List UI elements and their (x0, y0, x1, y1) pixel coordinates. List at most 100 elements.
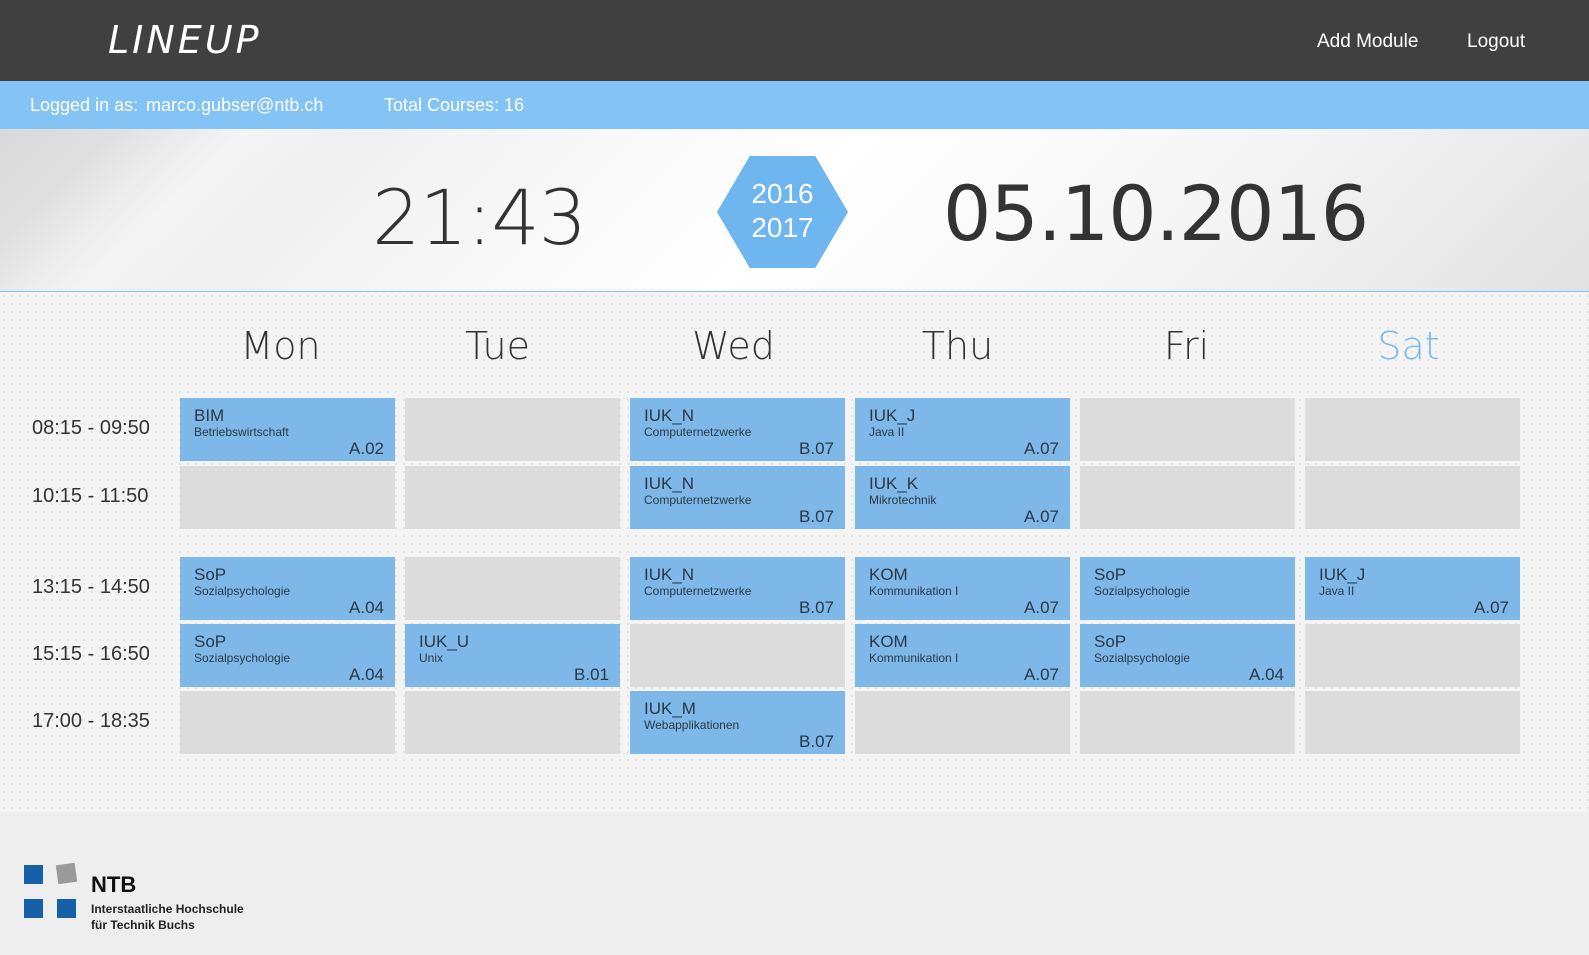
course-room: A.04 (349, 665, 384, 684)
course-cell[interactable]: IUK_J Java II A.07 (855, 398, 1070, 461)
org-name-line1: Interstaatliche Hochschule (91, 902, 244, 916)
course-cell[interactable]: IUK_N Computernetzwerke B.07 (630, 466, 845, 529)
empty-slot[interactable] (630, 624, 845, 687)
course-cell[interactable]: SoP Sozialpsychologie A.04 (1080, 624, 1295, 687)
course-name: Betriebswirtschaft (194, 425, 289, 439)
course-cell[interactable]: IUK_U Unix B.01 (405, 624, 620, 687)
empty-slot[interactable] (1080, 691, 1295, 754)
date-header: 21:43 2016 2017 05.10.2016 (0, 129, 1589, 292)
course-cell[interactable]: SoP Sozialpsychologie A.04 (180, 557, 395, 620)
course-cell[interactable]: IUK_N Computernetzwerke B.07 (630, 557, 845, 620)
footer: NTB Interstaatliche Hochschule für Techn… (0, 812, 1589, 955)
course-room: B.07 (799, 732, 834, 751)
course-code: KOM (869, 632, 908, 651)
course-name: Mikrotechnik (869, 493, 937, 507)
course-cell[interactable]: IUK_M Webapplikationen B.07 (630, 691, 845, 754)
empty-slot[interactable] (180, 691, 395, 754)
course-room: B.07 (799, 507, 834, 526)
course-name: Kommunikation I (869, 584, 959, 598)
day-header-fri: Fri (1163, 324, 1210, 368)
course-cell[interactable]: IUK_J Java II A.07 (1305, 557, 1520, 620)
empty-slot[interactable] (1305, 691, 1520, 754)
day-header-tue: Tue (465, 324, 530, 368)
course-cell[interactable]: IUK_K Mikrotechnik A.07 (855, 466, 1070, 529)
current-time: 21:43 (372, 173, 587, 262)
course-code: IUK_M (644, 699, 696, 718)
course-room: B.07 (799, 598, 834, 617)
empty-slot[interactable] (405, 398, 620, 461)
logo-square (24, 865, 43, 884)
course-room: B.01 (574, 665, 609, 684)
empty-slot[interactable] (1305, 466, 1520, 529)
course-name: Java II (1319, 584, 1355, 598)
semester-badge: 2016 2017 (717, 156, 848, 268)
time-slot-label: 08:15 - 09:50 (32, 417, 150, 439)
course-name: Computernetzwerke (644, 584, 752, 598)
info-bar: Logged in as: marco.gubser@ntb.ch Total … (0, 81, 1589, 129)
course-room: A.07 (1474, 598, 1509, 617)
add-module-link[interactable]: Add Module (1317, 31, 1418, 53)
day-header-mon: Mon (240, 324, 321, 368)
logo-square (57, 899, 76, 918)
course-code: SoP (1094, 565, 1127, 584)
empty-slot[interactable] (405, 557, 620, 620)
current-date: 05.10.2016 (943, 169, 1369, 258)
top-bar: LINEUP Add Module Logout (0, 0, 1589, 81)
semester-year-start: 2016 (751, 178, 814, 209)
course-room: A.07 (1024, 665, 1059, 684)
org-short-name: NTB (91, 872, 137, 897)
course-name: Sozialpsychologie (1094, 651, 1191, 665)
empty-slot[interactable] (405, 466, 620, 529)
empty-slot[interactable] (1305, 398, 1520, 461)
empty-slot[interactable] (1305, 624, 1520, 687)
course-code: IUK_N (644, 565, 695, 584)
course-cell[interactable]: KOM Kommunikation I A.07 (855, 557, 1070, 620)
course-code: IUK_J (869, 406, 916, 425)
course-cell[interactable]: IUK_N Computernetzwerke B.07 (630, 398, 845, 461)
app-logo[interactable]: LINEUP (108, 18, 262, 62)
logo-square (55, 862, 78, 885)
course-code: IUK_K (869, 474, 919, 493)
course-room: A.07 (1024, 439, 1059, 458)
course-code: IUK_J (1319, 565, 1366, 584)
empty-slot[interactable] (1080, 398, 1295, 461)
course-name: Java II (869, 425, 905, 439)
course-code: IUK_N (644, 406, 695, 425)
course-name: Computernetzwerke (644, 425, 752, 439)
course-name: Sozialpsychologie (1094, 584, 1191, 598)
time-slot-label: 15:15 - 16:50 (32, 643, 150, 665)
time-slot-label: 13:15 - 14:50 (32, 576, 150, 598)
course-code: IUK_N (644, 474, 695, 493)
course-room: A.04 (1249, 665, 1284, 684)
logged-in-label: Logged in as: (30, 95, 139, 115)
course-room: A.04 (349, 598, 384, 617)
course-code: BIM (194, 406, 225, 425)
course-cell[interactable]: SoP Sozialpsychologie A.04 (180, 624, 395, 687)
course-code: SoP (1094, 632, 1127, 651)
empty-slot[interactable] (1080, 466, 1295, 529)
course-cell[interactable]: KOM Kommunikation I A.07 (855, 624, 1070, 687)
course-name: Kommunikation I (869, 651, 959, 665)
time-slot-label: 10:15 - 11:50 (32, 485, 149, 507)
course-name: Computernetzwerke (644, 493, 752, 507)
semester-year-end: 2017 (751, 212, 814, 243)
course-cell[interactable]: BIM Betriebswirtschaft A.02 (180, 398, 395, 461)
course-code: KOM (869, 565, 908, 584)
course-name: Sozialpsychologie (194, 584, 291, 598)
empty-slot[interactable] (180, 466, 395, 529)
course-room: B.07 (799, 439, 834, 458)
course-room: A.02 (349, 439, 384, 458)
course-room: A.07 (1024, 507, 1059, 526)
empty-slot[interactable] (405, 691, 620, 754)
course-room: A.07 (1024, 598, 1059, 617)
course-name: Sozialpsychologie (194, 651, 291, 665)
empty-slot[interactable] (855, 691, 1070, 754)
logo-square (24, 899, 43, 918)
logout-link[interactable]: Logout (1467, 31, 1525, 53)
day-header-wed: Wed (692, 324, 775, 368)
org-name-line2: für Technik Buchs (91, 918, 195, 932)
course-cell[interactable]: SoP Sozialpsychologie (1080, 557, 1295, 620)
day-header-sat: Sat (1377, 324, 1440, 368)
course-code: SoP (194, 632, 227, 651)
user-email: marco.gubser@ntb.ch (146, 95, 324, 115)
